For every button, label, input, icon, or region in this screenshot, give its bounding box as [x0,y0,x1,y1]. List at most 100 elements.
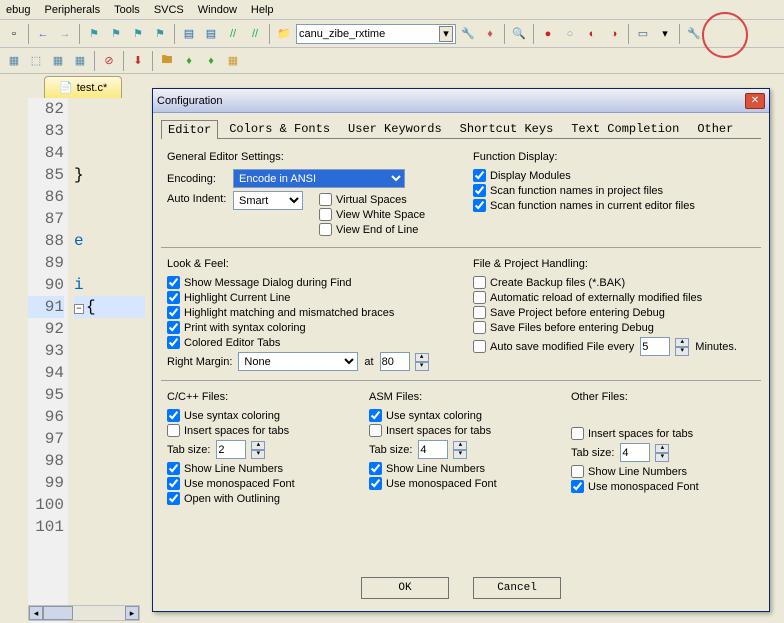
find-icon[interactable]: 📁 [274,24,294,44]
batch-build-icon[interactable]: ▦ [70,51,90,71]
menu-svcs[interactable]: SVCS [154,4,184,16]
chevron-down-icon[interactable]: ▾ [439,26,453,42]
tab-editor[interactable]: Editor [161,120,218,139]
breakpoint-delall-icon[interactable]: ◑ [604,24,624,44]
download-icon[interactable]: ⬇ [128,51,148,71]
comment-icon[interactable]: // [223,24,243,44]
cancel-button[interactable]: Cancel [473,577,561,599]
right-margin-select[interactable]: None [238,352,358,371]
create-backup-checkbox[interactable]: Create Backup files (*.BAK) [473,276,755,289]
save-project-checkbox[interactable]: Save Project before entering Debug [473,306,755,319]
view-eol-checkbox[interactable]: View End of Line [319,223,425,236]
target-opts-icon[interactable]: 🔧 [458,24,478,44]
close-icon[interactable]: ✕ [745,93,765,109]
debug-icon[interactable]: 🔍 [509,24,529,44]
breakpoint-icon[interactable]: ● [538,24,558,44]
highlight-braces-checkbox[interactable]: Highlight matching and mismatched braces [167,306,449,319]
placeholder-icon[interactable]: ▫ [4,24,24,44]
menu-tools[interactable]: Tools [114,4,140,16]
tab-other[interactable]: Other [690,119,740,138]
ok-button[interactable]: OK [361,577,449,599]
menu-help[interactable]: Help [251,4,274,16]
highlight-line-checkbox[interactable]: Highlight Current Line [167,291,449,304]
indent-icon[interactable]: ▤ [179,24,199,44]
auto-reload-checkbox[interactable]: Automatic reload of externally modified … [473,291,755,304]
other-linenum-checkbox[interactable]: Show Line Numbers [571,465,755,478]
menu-peripherals[interactable]: Peripherals [44,4,100,16]
auto-save-checkbox[interactable]: Auto save modified File every [473,340,634,353]
manage-icon[interactable]: ♦ [480,24,500,44]
build-all-icon[interactable]: ▦ [48,51,68,71]
breakpoint-del-icon[interactable]: ◐ [582,24,602,44]
asm-linenum-checkbox[interactable]: Show Line Numbers [369,462,553,475]
other-tabsize-input[interactable] [620,443,650,462]
right-margin-at-input[interactable] [380,352,410,371]
forward-icon[interactable]: → [55,24,75,44]
asm-tabsize-input[interactable] [418,440,448,459]
tab-text-completion[interactable]: Text Completion [564,119,686,138]
spin-buttons[interactable]: ▴▾ [453,441,467,459]
scroll-thumb[interactable] [43,606,73,620]
bookmark-icon[interactable]: ⚑ [84,24,104,44]
encoding-select[interactable]: Encode in ANSI [233,169,405,188]
c-tabsize-label: Tab size: [167,444,210,456]
menu-window[interactable]: Window [198,4,237,16]
virtual-spaces-checkbox[interactable]: Virtual Spaces [319,193,425,206]
project-target-combo[interactable]: canu_zibe_rxtime ▾ [296,24,456,44]
options-icon[interactable]: ♦ [179,51,199,71]
tab-colors-fonts[interactable]: Colors & Fonts [222,119,337,138]
spin-buttons[interactable]: ▴▾ [251,441,265,459]
view-whitespace-checkbox[interactable]: View White Space [319,208,425,221]
minutes-label: Minutes. [695,341,737,353]
c-outline-checkbox[interactable]: Open with Outlining [167,492,351,505]
spin-buttons[interactable]: ▴▾ [675,338,689,356]
bookmark-next-icon[interactable]: ⚑ [128,24,148,44]
uncomment-icon[interactable]: // [245,24,265,44]
options2-icon[interactable]: ♦ [201,51,221,71]
build-icon[interactable]: ▦ [4,51,24,71]
other-mono-checkbox[interactable]: Use monospaced Font [571,480,755,493]
colored-tabs-checkbox[interactable]: Colored Editor Tabs [167,336,449,349]
scroll-left-icon[interactable]: ◂ [29,606,43,620]
back-icon[interactable]: ← [33,24,53,44]
editor-file-tab[interactable]: 📄 test.c* [44,76,122,98]
manage2-icon[interactable]: ▦ [223,51,243,71]
print-syntax-checkbox[interactable]: Print with syntax coloring [167,321,449,334]
auto-save-minutes-input[interactable] [640,337,670,356]
dropdown-icon[interactable]: ▾ [655,24,675,44]
c-linenum-checkbox[interactable]: Show Line Numbers [167,462,351,475]
tab-user-keywords[interactable]: User Keywords [341,119,449,138]
folder-icon[interactable]: 🖿 [157,51,177,71]
asm-spaces-checkbox[interactable]: Insert spaces for tabs [369,424,553,437]
other-spaces-checkbox[interactable]: Insert spaces for tabs [571,427,755,440]
bookmark-clear-icon[interactable]: ⚑ [150,24,170,44]
c-mono-checkbox[interactable]: Use monospaced Font [167,477,351,490]
scan-current-checkbox[interactable]: Scan function names in current editor fi… [473,199,755,212]
c-syntax-checkbox[interactable]: Use syntax coloring [167,409,351,422]
configure-icon[interactable]: 🔧 [684,24,704,44]
autoindent-select[interactable]: Smart [233,191,303,210]
scan-project-checkbox[interactable]: Scan function names in project files [473,184,755,197]
outdent-icon[interactable]: ▤ [201,24,221,44]
show-msg-find-checkbox[interactable]: Show Message Dialog during Find [167,276,449,289]
c-tabsize-input[interactable] [216,440,246,459]
code-column[interactable]: } e i −{ [70,98,145,623]
window-icon[interactable]: ▭ [633,24,653,44]
dialog-titlebar[interactable]: Configuration ✕ [153,89,769,113]
breakpoint-disable-icon[interactable]: ○ [560,24,580,44]
c-spaces-checkbox[interactable]: Insert spaces for tabs [167,424,351,437]
horizontal-scrollbar[interactable]: ◂ ▸ [28,605,140,621]
menu-debug[interactable]: ebug [6,4,30,16]
rebuild-icon[interactable]: ⬚ [26,51,46,71]
stop-build-icon[interactable]: ⊘ [99,51,119,71]
save-files-checkbox[interactable]: Save Files before entering Debug [473,321,755,334]
spin-buttons[interactable]: ▴▾ [655,444,669,462]
asm-syntax-checkbox[interactable]: Use syntax coloring [369,409,553,422]
tab-shortcut-keys[interactable]: Shortcut Keys [453,119,561,138]
fold-icon[interactable]: − [74,304,84,314]
display-modules-checkbox[interactable]: Display Modules [473,169,755,182]
scroll-right-icon[interactable]: ▸ [125,606,139,620]
spin-buttons[interactable]: ▴▾ [415,353,429,371]
bookmark-prev-icon[interactable]: ⚑ [106,24,126,44]
asm-mono-checkbox[interactable]: Use monospaced Font [369,477,553,490]
